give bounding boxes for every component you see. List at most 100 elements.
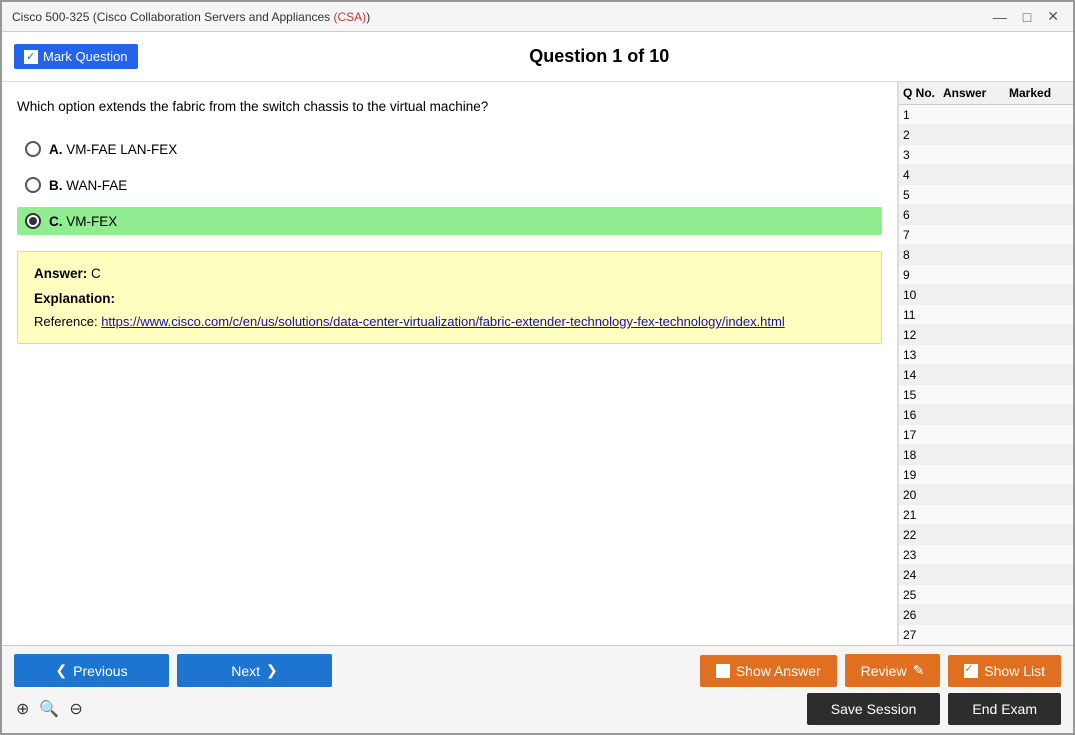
row-num: 14 [903,368,943,382]
zoom-out-button[interactable]: ⊖ [67,697,84,721]
side-panel-row[interactable]: 12 [899,325,1073,345]
close-button[interactable]: ✕ [1043,8,1063,25]
side-panel-row[interactable]: 19 [899,465,1073,485]
side-panel-row[interactable]: 10 [899,285,1073,305]
previous-label: Previous [73,663,127,679]
row-num: 21 [903,508,943,522]
col-qno: Q No. [903,86,943,100]
side-panel-row[interactable]: 4 [899,165,1073,185]
option-a-row[interactable]: A. VM-FAE LAN-FEX [17,135,882,163]
row-num: 13 [903,348,943,362]
side-panel: Q No. Answer Marked 12345678910111213141… [898,82,1073,645]
side-panel-row[interactable]: 27 [899,625,1073,645]
row-num: 27 [903,628,943,642]
minimize-button[interactable]: — [989,8,1011,25]
option-a-radio[interactable] [25,141,41,157]
zoom-normal-button[interactable]: 🔍 [37,697,61,721]
header: Mark Question Question 1 of 10 [2,32,1073,82]
side-panel-row[interactable]: 21 [899,505,1073,525]
answer-line: Answer: C [34,266,865,281]
show-answer-label: Show Answer [736,663,821,679]
side-panel-row[interactable]: 11 [899,305,1073,325]
row-num: 20 [903,488,943,502]
side-panel-row[interactable]: 22 [899,525,1073,545]
side-panel-row[interactable]: 18 [899,445,1073,465]
side-panel-row[interactable]: 26 [899,605,1073,625]
previous-button[interactable]: ❮ Previous [14,654,169,687]
reference-link[interactable]: https://www.cisco.com/c/en/us/solutions/… [101,314,785,329]
maximize-button[interactable]: □ [1019,8,1035,25]
footer-top: ❮ Previous Next ❯ Show Answer Review ✎ S… [14,654,1061,687]
mark-checkbox-icon [24,50,38,64]
side-panel-row[interactable]: 7 [899,225,1073,245]
option-c-row[interactable]: C. VM-FEX [17,207,882,235]
reference-text: Reference: https://www.cisco.com/c/en/us… [34,314,865,329]
side-panel-row[interactable]: 16 [899,405,1073,425]
side-panel-row[interactable]: 25 [899,585,1073,605]
title-bar: Cisco 500-325 (Cisco Collaboration Serve… [2,2,1073,32]
row-num: 10 [903,288,943,302]
side-panel-row[interactable]: 14 [899,365,1073,385]
side-panel-row[interactable]: 3 [899,145,1073,165]
row-num: 8 [903,248,943,262]
option-b-radio[interactable] [25,177,41,193]
footer: ❮ Previous Next ❯ Show Answer Review ✎ S… [2,645,1073,733]
answer-label: Answer: [34,266,91,281]
option-c-radio[interactable] [25,213,41,229]
zoom-in-button[interactable]: ⊕ [14,697,31,721]
option-b-label: B. WAN-FAE [49,178,127,193]
row-num: 18 [903,448,943,462]
side-panel-rows: 1234567891011121314151617181920212223242… [899,105,1073,645]
title-bar-text: Cisco 500-325 (Cisco Collaboration Serve… [12,10,370,24]
row-num: 12 [903,328,943,342]
question-text: Which option extends the fabric from the… [17,97,882,117]
side-panel-row[interactable]: 6 [899,205,1073,225]
row-num: 23 [903,548,943,562]
save-session-button[interactable]: Save Session [807,693,941,725]
show-list-button[interactable]: Show List [948,655,1061,687]
row-num: 7 [903,228,943,242]
review-button[interactable]: Review ✎ [845,654,941,687]
side-panel-row[interactable]: 13 [899,345,1073,365]
side-panel-row[interactable]: 9 [899,265,1073,285]
show-answer-button[interactable]: Show Answer [700,655,837,687]
option-c-label: C. VM-FEX [49,214,117,229]
row-num: 26 [903,608,943,622]
window-controls: — □ ✕ [989,8,1063,25]
row-num: 5 [903,188,943,202]
row-num: 17 [903,428,943,442]
next-button[interactable]: Next ❯ [177,654,332,687]
row-num: 25 [903,588,943,602]
col-marked: Marked [1009,86,1069,100]
option-b-row[interactable]: B. WAN-FAE [17,171,882,199]
row-num: 4 [903,168,943,182]
end-exam-button[interactable]: End Exam [948,693,1061,725]
side-panel-header: Q No. Answer Marked [899,82,1073,105]
side-panel-row[interactable]: 8 [899,245,1073,265]
row-num: 22 [903,528,943,542]
side-panel-row[interactable]: 23 [899,545,1073,565]
row-num: 2 [903,128,943,142]
zoom-controls: ⊕ 🔍 ⊖ [14,697,85,721]
side-panel-row[interactable]: 5 [899,185,1073,205]
show-list-checkbox-icon [964,664,978,678]
side-panel-row[interactable]: 20 [899,485,1073,505]
main-area: Which option extends the fabric from the… [2,82,1073,645]
row-num: 24 [903,568,943,582]
mark-question-button[interactable]: Mark Question [14,44,138,69]
row-num: 11 [903,308,943,322]
next-label: Next [231,663,260,679]
side-panel-row[interactable]: 17 [899,425,1073,445]
col-answer: Answer [943,86,1009,100]
review-label: Review [861,663,907,679]
row-num: 15 [903,388,943,402]
answer-value: C [91,266,101,281]
question-title: Question 1 of 10 [138,46,1061,67]
answer-box: Answer: C Explanation: Reference: https:… [17,251,882,344]
side-panel-row[interactable]: 1 [899,105,1073,125]
side-panel-row[interactable]: 24 [899,565,1073,585]
row-num: 9 [903,268,943,282]
prev-arrow-icon: ❮ [55,662,67,679]
side-panel-row[interactable]: 15 [899,385,1073,405]
side-panel-row[interactable]: 2 [899,125,1073,145]
